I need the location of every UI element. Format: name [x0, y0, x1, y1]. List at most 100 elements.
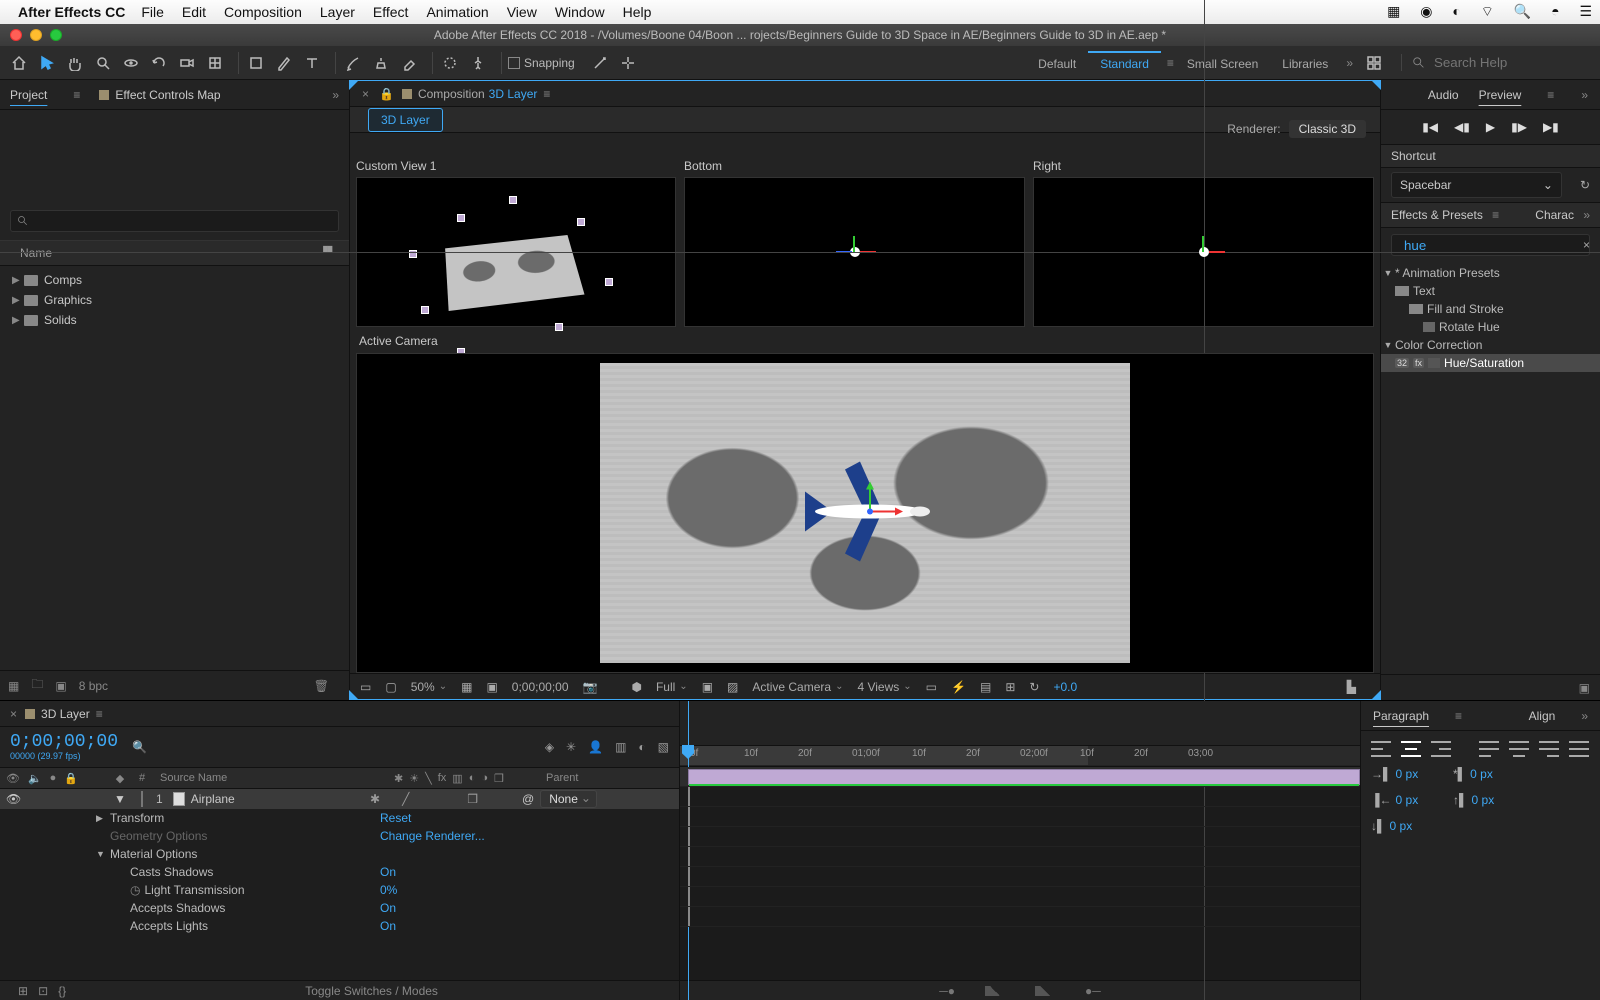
- toggle-switches-modes[interactable]: Toggle Switches / Modes: [74, 984, 669, 998]
- video-toggle-icon[interactable]: 👁: [6, 792, 21, 806]
- menu-layer[interactable]: Layer: [320, 4, 355, 20]
- toggle-brackets-icon[interactable]: {}: [58, 984, 66, 998]
- close-icon[interactable]: [10, 29, 22, 41]
- parent-dropdown[interactable]: None: [540, 790, 597, 808]
- switch-quality-icon[interactable]: ╲: [425, 772, 432, 785]
- workspace-default[interactable]: Default: [1026, 51, 1088, 75]
- tray-icon[interactable]: ▦: [1387, 3, 1400, 19]
- tree-text[interactable]: ▼Text: [1381, 282, 1600, 300]
- preview-menu-icon[interactable]: ≡: [1547, 88, 1555, 102]
- tab-paragraph[interactable]: Paragraph: [1373, 709, 1429, 723]
- wifi-icon[interactable]: ⌔: [1481, 3, 1494, 19]
- project-panel-menu-icon[interactable]: ≡: [73, 88, 81, 102]
- switch-fx-icon[interactable]: fx: [438, 772, 447, 784]
- label-column-icon[interactable]: ◆: [116, 772, 124, 785]
- switch-adjust-icon[interactable]: ◑: [481, 772, 488, 784]
- view-label-active-camera[interactable]: Active Camera: [359, 334, 438, 348]
- prev-frame-icon[interactable]: ◀▮: [1454, 120, 1470, 134]
- track-layer-bar[interactable]: [680, 767, 1360, 787]
- close-tab-icon[interactable]: ×: [10, 707, 17, 721]
- tree-color-correction[interactable]: ▼Color Correction: [1381, 336, 1600, 354]
- indent-left[interactable]: →▌0 px: [1371, 767, 1441, 781]
- justify-all-icon[interactable]: [1569, 741, 1589, 757]
- snap-collapse-icon[interactable]: [617, 52, 639, 74]
- exposure-value[interactable]: +0.0: [1053, 680, 1077, 694]
- tray-icon[interactable]: ◉: [1420, 3, 1432, 19]
- app-name[interactable]: After Effects CC: [18, 4, 125, 20]
- switch-value[interactable]: ✱: [370, 792, 380, 806]
- justify-right-icon[interactable]: [1539, 741, 1559, 757]
- workspace-menu-icon[interactable]: ≡: [1167, 56, 1175, 70]
- timeline-search-icon[interactable]: 🔍: [132, 740, 147, 754]
- tree-fill-stroke[interactable]: ▼Fill and Stroke: [1381, 300, 1600, 318]
- flowchart-node[interactable]: 3D Layer: [368, 108, 443, 132]
- lock-column-icon[interactable]: 🔒: [64, 772, 78, 785]
- lock-icon[interactable]: 🔒: [379, 87, 394, 101]
- traffic-lights[interactable]: [0, 29, 90, 41]
- panel-overflow-icon[interactable]: »: [332, 88, 339, 102]
- last-frame-icon[interactable]: ▶▮: [1543, 120, 1559, 134]
- tab-effect-controls[interactable]: Effect Controls Map: [99, 88, 220, 102]
- menu-composition[interactable]: Composition: [224, 4, 302, 20]
- prop-geometry[interactable]: Geometry OptionsChange Renderer...: [0, 827, 679, 845]
- flowchart-icon[interactable]: ⊞: [1005, 680, 1015, 694]
- switch-collapse-icon[interactable]: ☀: [409, 772, 419, 785]
- toggle-mask-icon[interactable]: ▣: [486, 680, 497, 694]
- viewport-right[interactable]: [1033, 177, 1374, 327]
- menu-help[interactable]: Help: [623, 4, 652, 20]
- switch-shy-icon[interactable]: ✱: [394, 772, 403, 785]
- workspace-small-screen[interactable]: Small Screen: [1175, 51, 1270, 75]
- timeline-tab[interactable]: 3D Layer: [41, 707, 90, 721]
- tree-hue-saturation[interactable]: 32fxHue/Saturation: [1381, 354, 1600, 372]
- motion-blur-icon[interactable]: ◐: [638, 740, 645, 754]
- eraser-tool-icon[interactable]: [398, 52, 420, 74]
- first-frame-icon[interactable]: ▮◀: [1422, 120, 1438, 134]
- column-source-name[interactable]: Source Name: [154, 772, 394, 784]
- toggle-switches-icon[interactable]: ⊞: [18, 984, 28, 998]
- tree-animation-presets[interactable]: ▼* Animation Presets: [1381, 264, 1600, 282]
- menu-window[interactable]: Window: [555, 4, 605, 20]
- resolution-grid-icon[interactable]: ▦: [461, 680, 472, 694]
- switch-frameblend-icon[interactable]: ▥: [452, 772, 462, 785]
- view-dropdown[interactable]: Active Camera⌄: [752, 680, 843, 694]
- viewport-active-camera[interactable]: Active Camera: [356, 353, 1374, 673]
- render-queue-icon[interactable]: ▙: [1347, 680, 1356, 694]
- prop-light-transmission[interactable]: ◷Light Transmission0%: [0, 881, 679, 899]
- tab-project[interactable]: Project: [10, 88, 47, 102]
- snapping-checkbox[interactable]: [508, 57, 520, 69]
- graph-editor-icon[interactable]: ▧: [658, 740, 669, 754]
- audio-column-icon[interactable]: 🔈: [28, 772, 42, 785]
- menu-file[interactable]: File: [141, 4, 164, 20]
- menu-edit[interactable]: Edit: [182, 4, 206, 20]
- comp-name[interactable]: 3D Layer: [489, 87, 538, 101]
- column-number[interactable]: #: [130, 772, 154, 784]
- project-search[interactable]: [10, 210, 339, 232]
- help-search[interactable]: [1401, 54, 1592, 71]
- frame-blend-icon[interactable]: ▥: [615, 740, 626, 754]
- hand-tool-icon[interactable]: [64, 52, 86, 74]
- stopwatch-icon[interactable]: ◷: [130, 883, 140, 897]
- space-after[interactable]: ↓▌0 px: [1371, 819, 1441, 833]
- orbit-tool-icon[interactable]: [120, 52, 142, 74]
- workspace-overflow-icon[interactable]: »: [1346, 56, 1353, 70]
- switch-motionblur-icon[interactable]: ◐: [469, 772, 476, 784]
- paragraph-menu-icon[interactable]: ≡: [1455, 709, 1463, 723]
- zoom-dropdown[interactable]: 50%⌄: [411, 680, 447, 694]
- view-label-custom[interactable]: Custom View 1: [356, 159, 676, 173]
- workspace-libraries[interactable]: Libraries: [1270, 51, 1340, 75]
- pan-behind-tool-icon[interactable]: [204, 52, 226, 74]
- comp-panel-menu-icon[interactable]: ≡: [543, 87, 551, 101]
- comp-mini-flowchart-icon[interactable]: ◈: [545, 740, 554, 754]
- pen-tool-icon[interactable]: [273, 52, 295, 74]
- roto-brush-tool-icon[interactable]: [439, 52, 461, 74]
- panel-overflow-icon[interactable]: »: [1583, 208, 1590, 222]
- home-icon[interactable]: [8, 52, 30, 74]
- current-time[interactable]: 0;00;00;00: [512, 680, 569, 694]
- layer-row-airplane[interactable]: 👁 ▼ 1Airplane ✱ ╱ ❒ @None: [0, 789, 679, 809]
- zoom-icon[interactable]: [50, 29, 62, 41]
- align-left-icon[interactable]: [1371, 741, 1391, 757]
- zoom-tool-icon[interactable]: [92, 52, 114, 74]
- prop-accepts-shadows[interactable]: Accepts ShadowsOn: [0, 899, 679, 917]
- workspace-standard[interactable]: Standard: [1088, 51, 1161, 75]
- switch-3d-on-icon[interactable]: ❒: [467, 792, 478, 806]
